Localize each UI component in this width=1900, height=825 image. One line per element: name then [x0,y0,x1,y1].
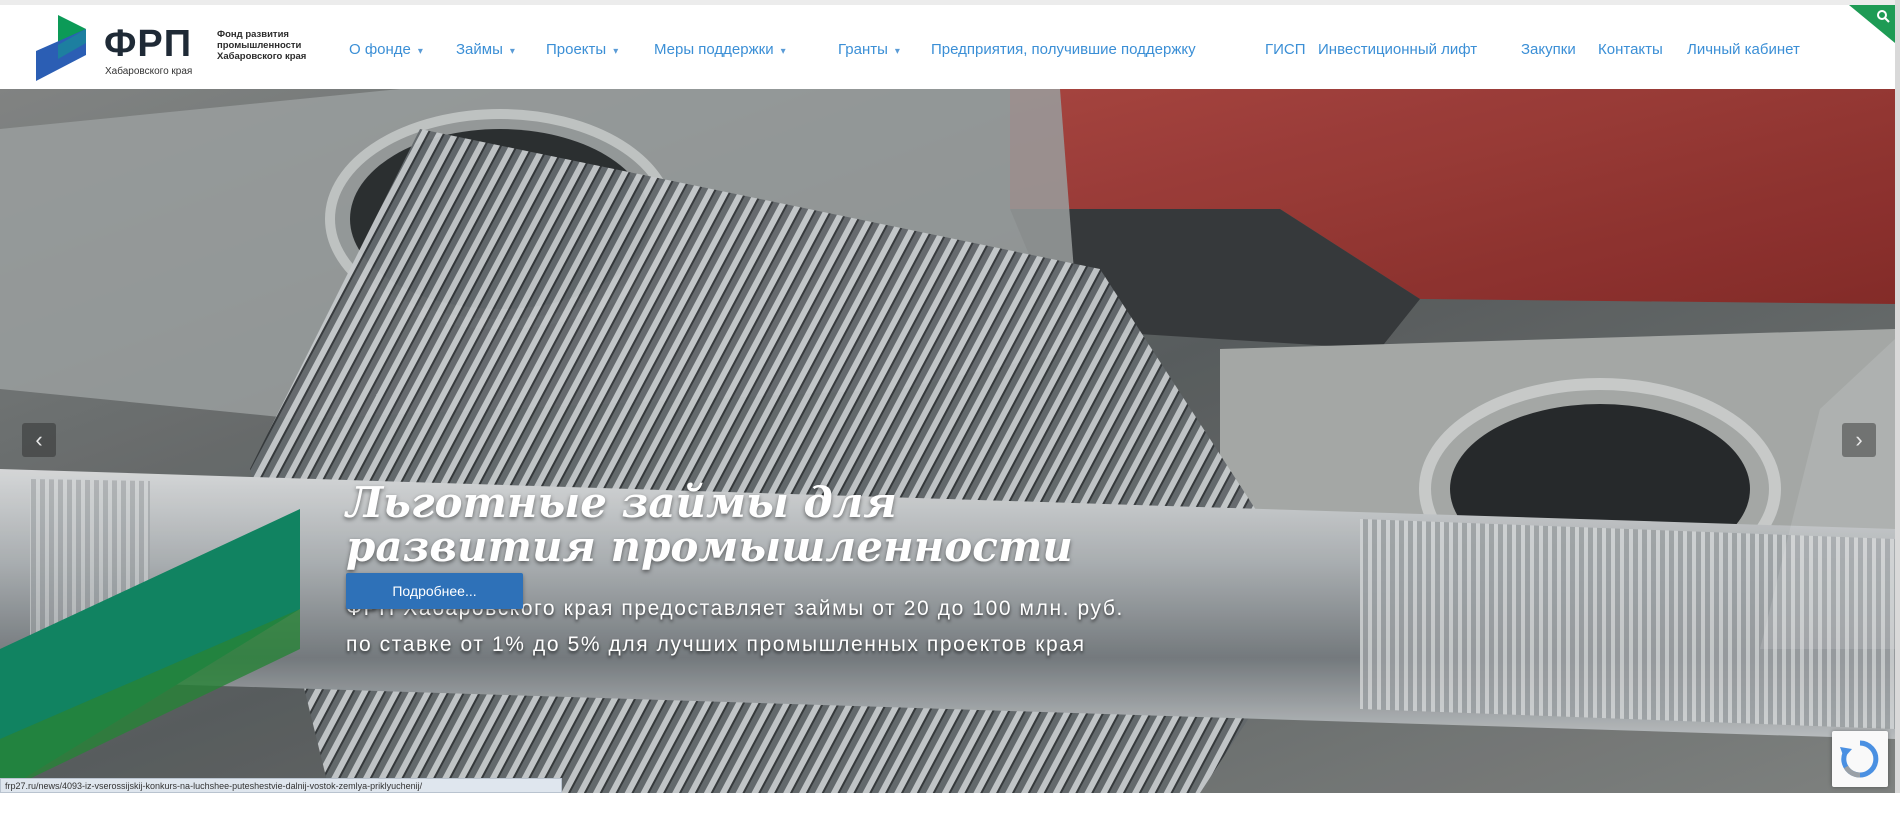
slider-prev-arrow-icon[interactable]: ‹ [22,423,56,457]
nav-item-label: Проекты [546,41,607,58]
chevron-down-icon: ▾ [780,46,786,57]
site-logo[interactable]: ФРП Хабаровского края Фонд развития пром… [36,15,336,81]
hero-caption: Льготные займы для развития промышленнос… [346,481,1326,663]
nav-item-projects[interactable]: Проекты ▾ [546,35,618,65]
recaptcha-icon[interactable] [1832,731,1888,787]
nav-item-label: Контакты [1598,41,1663,58]
logo-subtitle: Фонд развития промышленности Хабаровског… [217,29,327,62]
nav-item-investment-lift[interactable]: Инвестиционный лифт [1318,35,1477,65]
nav-item-loans[interactable]: Займы ▾ [456,35,515,65]
nav-item-procurement[interactable]: Закупки [1521,35,1576,65]
nav-item-label: Закупки [1521,41,1576,58]
page-scrollbar[interactable] [1895,0,1900,793]
nav-item-label: Займы [456,41,503,58]
hero-title: Льготные займы для развития промышленнос… [346,478,1073,571]
more-details-button[interactable]: Подробнее... [346,573,523,609]
logo-city: Хабаровского края [105,66,193,77]
nav-item-grants[interactable]: Гранты ▾ [838,35,900,65]
nav-item-gisp[interactable]: ГИСП [1265,35,1306,65]
slider-next-arrow-icon[interactable]: › [1842,423,1876,457]
chevron-down-icon: ▾ [894,46,900,57]
page-bottom-area [0,793,1900,825]
nav-item-label: Личный кабинет [1687,41,1800,58]
nav-item-personal-account[interactable]: Личный кабинет [1687,35,1800,65]
status-bar-url: frp27.ru/news/4093-iz-vserossijskij-konk… [0,778,562,793]
nav-item-supported-companies[interactable]: Предприятия, получившие поддержку [931,35,1196,65]
nav-item-support-measures[interactable]: Меры поддержки ▾ [654,35,786,65]
logo-subtitle-line: Хабаровского края [217,51,307,62]
nav-item-label: ГИСП [1265,41,1306,58]
hero-slider: Льготные займы для развития промышленнос… [0,89,1895,793]
search-icon[interactable] [1849,5,1895,43]
nav-item-about[interactable]: О фонде ▾ [349,35,423,65]
nav-item-label: Меры поддержки [654,41,774,58]
nav-item-label: Гранты [838,41,888,58]
hero-background-image [0,89,1895,793]
logo-abbr: ФРП [104,23,193,65]
nav-item-label: Предприятия, получившие поддержку [931,41,1196,58]
hero-description-line: по ставке от 1% до 5% для лучших промышл… [346,633,1086,656]
logo-subtitle-line: промышленности [217,40,302,51]
nav-item-label: О фонде [349,41,411,58]
logo-subtitle-line: Фонд развития [217,29,289,40]
site-header: ФРП Хабаровского края Фонд развития пром… [0,5,1895,89]
chevron-down-icon: ▾ [613,46,619,57]
chevron-down-icon: ▾ [417,46,423,57]
nav-item-contacts[interactable]: Контакты [1598,35,1663,65]
chevron-down-icon: ▾ [509,46,515,57]
logo-mark-icon [36,15,86,81]
nav-item-label: Инвестиционный лифт [1318,41,1478,58]
